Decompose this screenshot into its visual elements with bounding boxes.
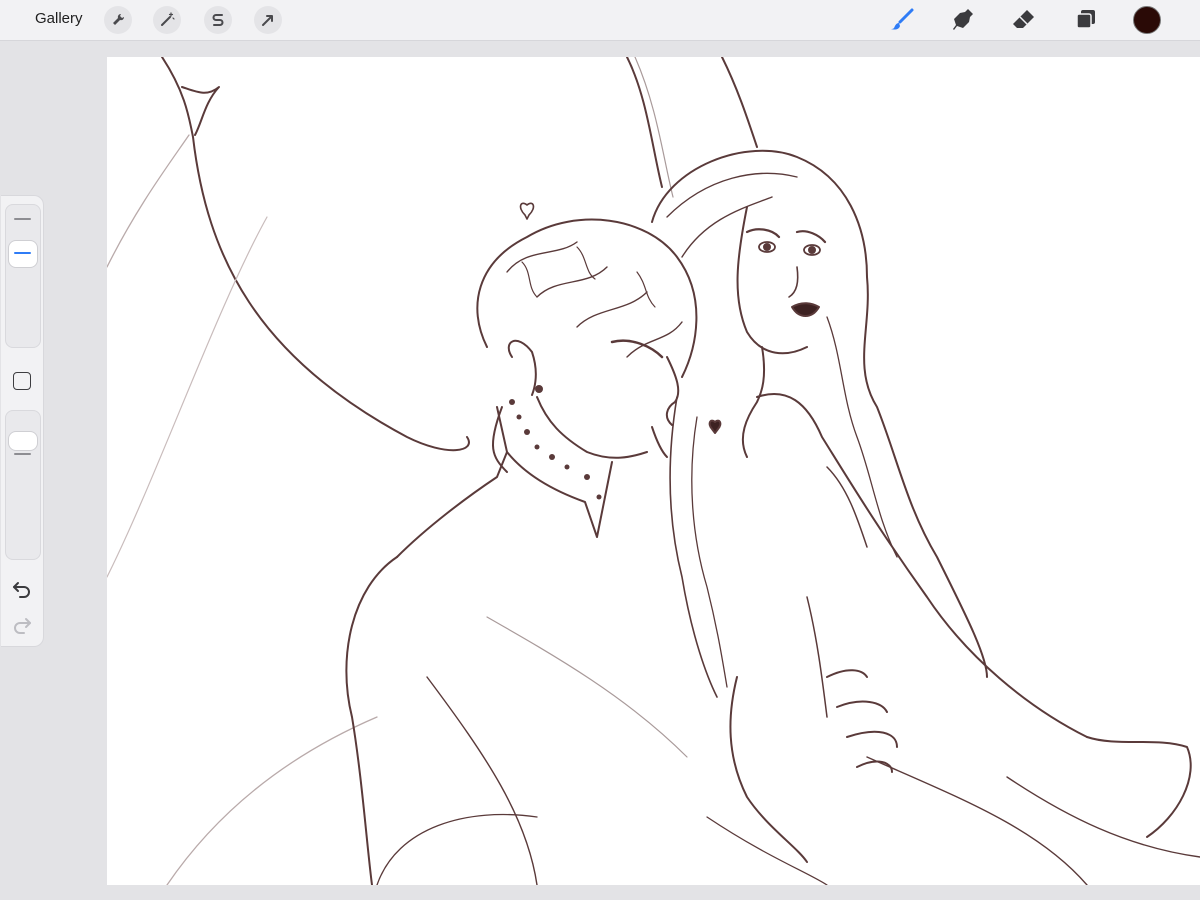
brush-icon [891,8,914,30]
actions-button[interactable] [104,6,132,34]
brush-size-thumb[interactable] [8,239,38,268]
modify-button[interactable] [13,372,31,390]
opacity-slider[interactable] [5,410,41,560]
drawing-canvas[interactable] [107,57,1200,885]
eraser-tool-button[interactable] [1009,5,1039,35]
transform-button[interactable] [254,6,282,34]
layers-icon [1076,10,1095,29]
arrow-cursor-icon [262,15,273,26]
opacity-thumb[interactable] [8,430,38,451]
selection-s-icon [212,14,224,26]
undo-arrow-icon [13,582,30,598]
brush-size-slider[interactable] [5,204,41,348]
selection-button[interactable] [204,6,232,34]
layers-button[interactable] [1070,5,1100,35]
color-picker-button[interactable] [1133,6,1161,34]
smudge-finger-icon [953,9,973,30]
adjustments-button[interactable] [153,6,181,34]
wrench-icon [113,13,125,25]
top-toolbar: Gallery [0,0,1200,41]
brush-sidebar [1,195,44,647]
opacity-tick [14,453,31,455]
gallery-button[interactable]: Gallery [35,10,83,27]
magic-wand-icon [161,12,175,26]
redo-arrow-icon [14,618,31,634]
redo-button[interactable] [11,613,33,635]
eraser-icon [1013,10,1034,28]
size-tick [14,218,31,220]
smudge-tool-button[interactable] [948,5,978,35]
brush-tool-button[interactable] [887,5,917,35]
size-thumb-indicator [14,251,31,254]
line-art-illustration [107,57,1200,885]
undo-button[interactable] [11,577,33,599]
